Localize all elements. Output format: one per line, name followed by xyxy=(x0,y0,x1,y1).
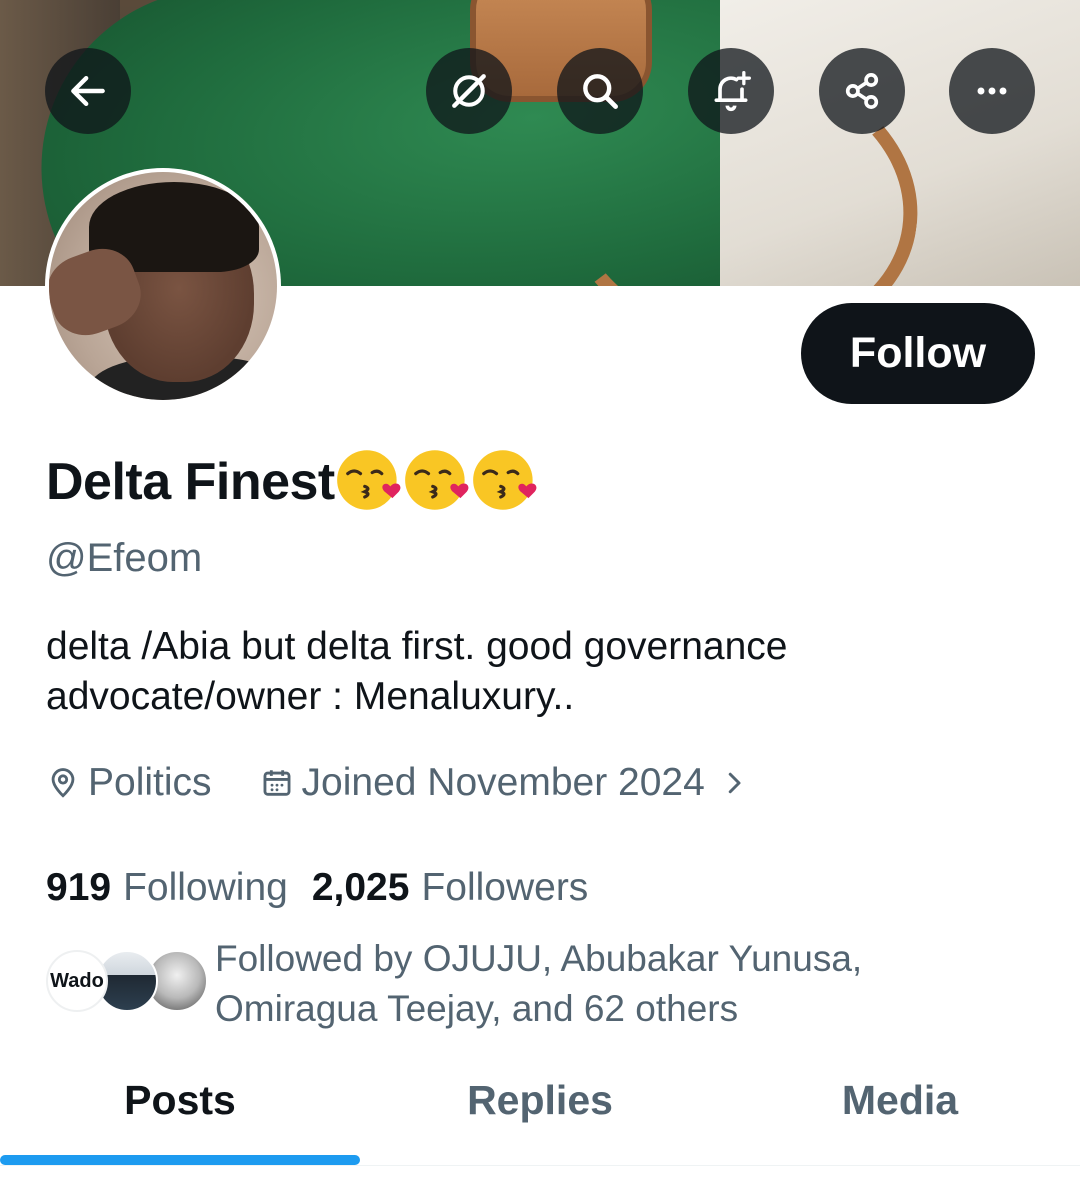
display-name-text: Delta Finest xyxy=(46,453,335,511)
following-label: Following xyxy=(123,866,288,909)
tab-posts[interactable]: Posts xyxy=(0,1060,360,1140)
joined-text: Joined November 2024 xyxy=(301,761,705,804)
bell-plus-icon xyxy=(714,71,751,112)
bio-line: delta /Abia but delta first. good govern… xyxy=(46,625,788,668)
follow-stats: 919 Following 2,025 Followers xyxy=(46,866,588,910)
followers-label: Followers xyxy=(421,866,589,909)
profile-tabs: Posts Replies Media xyxy=(0,1060,1080,1166)
avatar-photo xyxy=(49,172,277,400)
followed-by-line: Followed by OJUJU, Abubakar Yunusa, xyxy=(215,938,863,979)
tab-replies[interactable]: Replies xyxy=(360,1060,720,1140)
chevron-right-icon xyxy=(728,772,741,794)
share-icon xyxy=(845,73,879,109)
grok-icon xyxy=(452,74,486,108)
following-link[interactable]: 919 Following xyxy=(46,866,288,910)
location-text: Politics xyxy=(88,761,212,804)
calendar-icon xyxy=(263,770,291,796)
user-handle: @Efeom xyxy=(46,536,203,580)
location-item: Politics xyxy=(46,761,212,805)
profile-meta: Politics Joined November 2024 xyxy=(46,758,757,808)
more-button[interactable] xyxy=(949,48,1035,134)
mutual-avatars[interactable]: Wado xyxy=(46,950,216,1014)
notify-button[interactable] xyxy=(688,48,774,134)
profile-avatar[interactable] xyxy=(45,168,281,404)
bio-line: advocate/owner : Menaluxury.. xyxy=(46,675,575,718)
followed-by-line: Omiragua Teejay, and 62 others xyxy=(215,988,739,1029)
followers-link[interactable]: 2,025 Followers xyxy=(312,866,588,910)
mutual-avatar: Wado xyxy=(46,950,108,1012)
profile-bio: delta /Abia but delta first. good govern… xyxy=(46,622,1036,722)
active-tab-indicator xyxy=(0,1155,360,1165)
search-icon xyxy=(583,74,618,109)
grok-button[interactable] xyxy=(426,48,512,134)
kiss-emoji-icon xyxy=(472,450,537,511)
followed-by-text[interactable]: Followed by OJUJU, Abubakar Yunusa, Omir… xyxy=(215,934,1035,1034)
followers-count: 2,025 xyxy=(311,866,410,909)
joined-item[interactable]: Joined November 2024 xyxy=(260,761,757,805)
following-count: 919 xyxy=(46,866,112,909)
mutual-avatar-text: Wado xyxy=(50,969,104,992)
search-button[interactable] xyxy=(557,48,643,134)
display-name: Delta Finest xyxy=(46,450,539,514)
back-button[interactable] xyxy=(45,48,131,134)
kiss-emoji-icon xyxy=(404,450,469,511)
arrow-left-icon xyxy=(71,75,105,107)
more-icon xyxy=(977,87,1007,95)
follow-button[interactable]: Follow xyxy=(801,303,1035,404)
kiss-emoji-icon xyxy=(336,450,401,511)
location-pin-icon xyxy=(51,768,75,798)
tab-media[interactable]: Media xyxy=(720,1060,1080,1140)
share-button[interactable] xyxy=(819,48,905,134)
